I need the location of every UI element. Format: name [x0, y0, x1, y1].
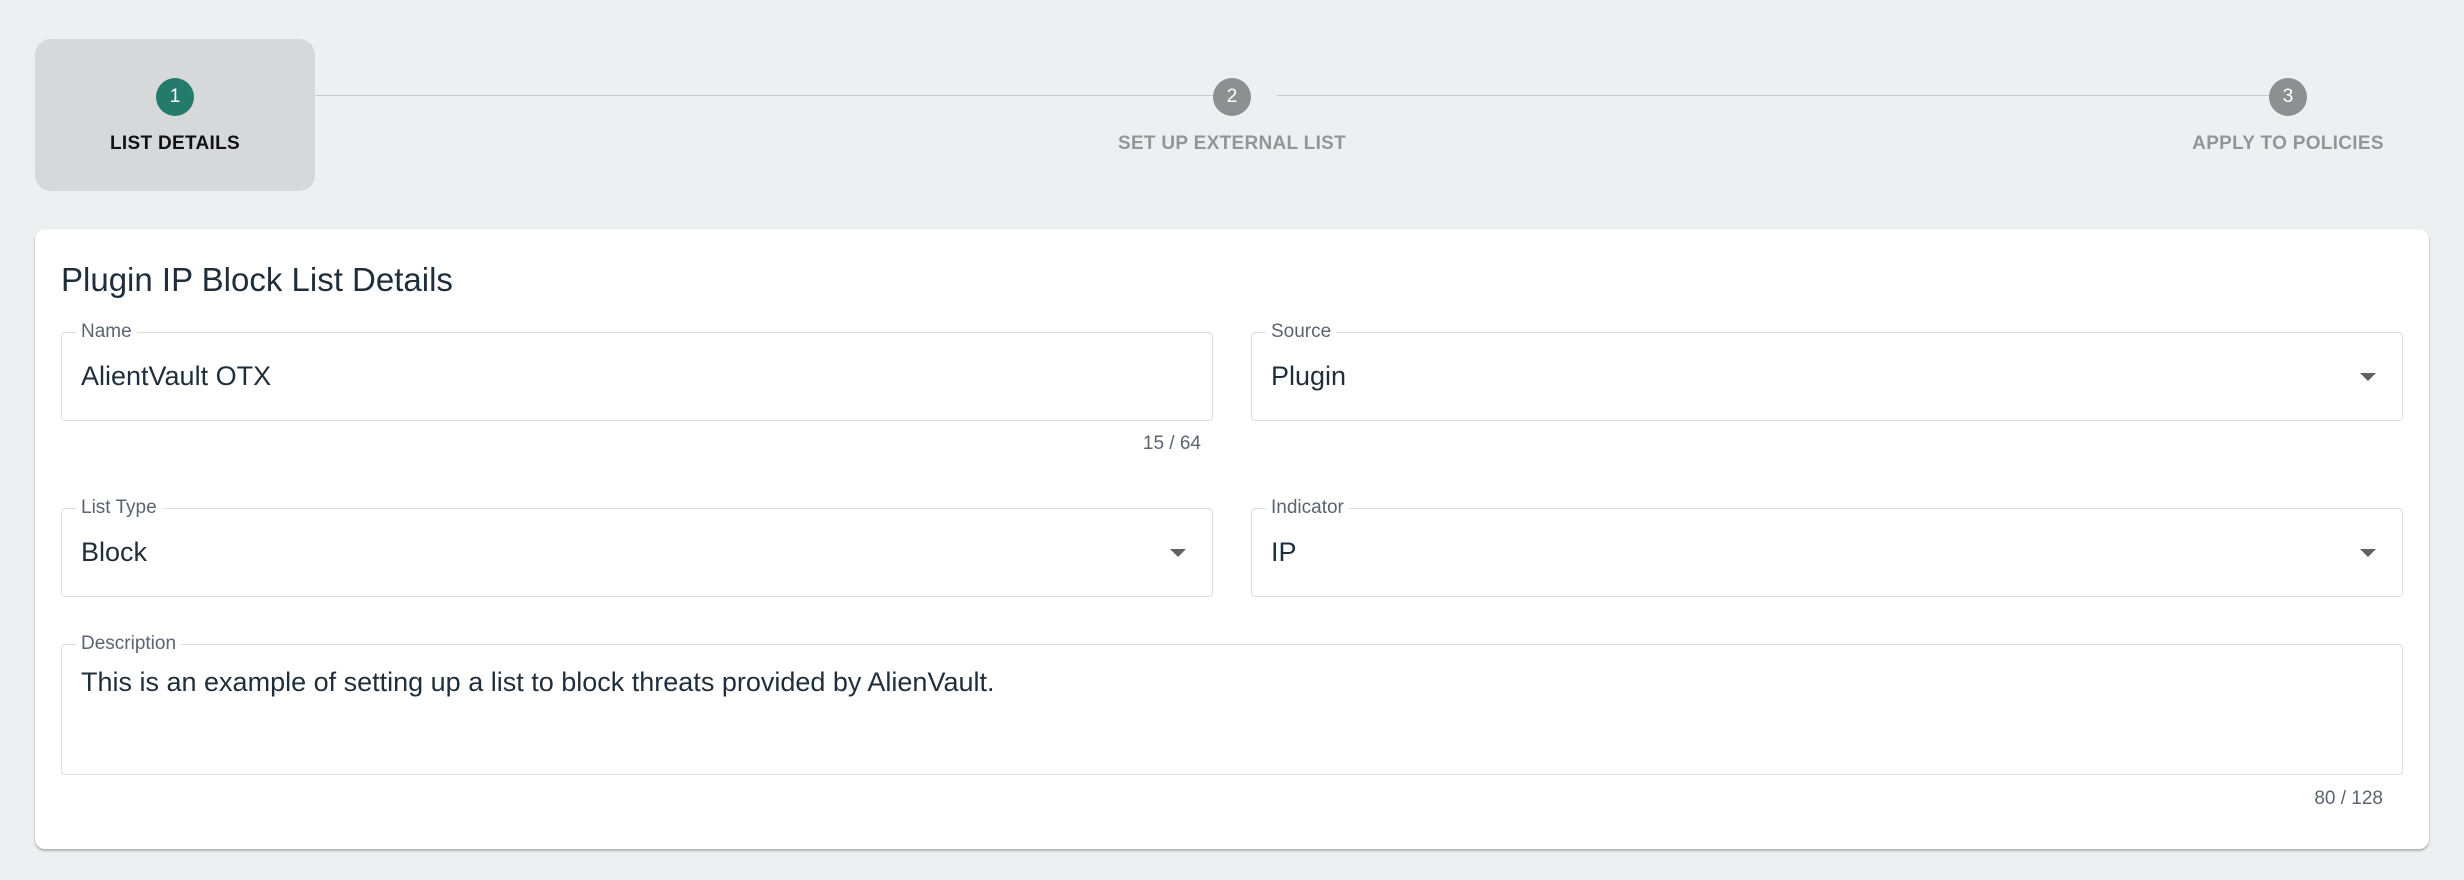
- step-number: 3: [2269, 78, 2307, 116]
- description-char-counter: 80 / 128: [2314, 788, 2383, 809]
- stepper-connector: [207, 95, 1213, 96]
- name-input[interactable]: AlientVault OTX: [81, 361, 271, 392]
- source-label: Source: [1266, 322, 1337, 342]
- step-label: APPLY TO POLICIES: [2192, 133, 2384, 154]
- indicator-value: IP: [1271, 537, 1297, 567]
- chevron-down-icon[interactable]: [1170, 549, 1186, 557]
- chevron-down-icon[interactable]: [2360, 373, 2376, 381]
- name-field[interactable]: Name AlientVault OTX: [61, 322, 1213, 421]
- list-details-card: Plugin IP Block List Details Name Alient…: [35, 229, 2429, 849]
- name-char-counter: 15 / 64: [1142, 433, 1201, 454]
- indicator-label: Indicator: [1266, 498, 1349, 518]
- step-apply-to-policies[interactable]: 3 APPLY TO POLICIES: [2148, 39, 2428, 191]
- list-type-label: List Type: [76, 498, 162, 518]
- chevron-down-icon[interactable]: [2360, 549, 2376, 557]
- description-field[interactable]: Description This is an example of settin…: [61, 634, 2403, 775]
- step-number: 1: [156, 78, 194, 116]
- step-set-up-external-list[interactable]: 2 SET UP EXTERNAL LIST: [1082, 39, 1382, 191]
- card-title: Plugin IP Block List Details: [61, 261, 453, 298]
- name-label: Name: [76, 322, 137, 342]
- step-number: 2: [1213, 78, 1251, 116]
- stepper: 1 LIST DETAILS 2 SET UP EXTERNAL LIST 3 …: [0, 0, 2464, 200]
- step-label: LIST DETAILS: [110, 133, 240, 154]
- list-type-select[interactable]: List Type Block: [61, 498, 1213, 597]
- source-value: Plugin: [1271, 361, 1347, 391]
- stepper-connector: [1277, 95, 2277, 96]
- indicator-select[interactable]: Indicator IP: [1251, 498, 2403, 597]
- source-select[interactable]: Source Plugin: [1251, 322, 2403, 421]
- step-label: SET UP EXTERNAL LIST: [1117, 133, 1347, 154]
- description-textarea[interactable]: This is an example of setting up a list …: [81, 667, 995, 698]
- description-label: Description: [76, 634, 182, 654]
- list-type-value: Block: [81, 537, 148, 567]
- step-list-details[interactable]: 1 LIST DETAILS: [35, 39, 315, 191]
